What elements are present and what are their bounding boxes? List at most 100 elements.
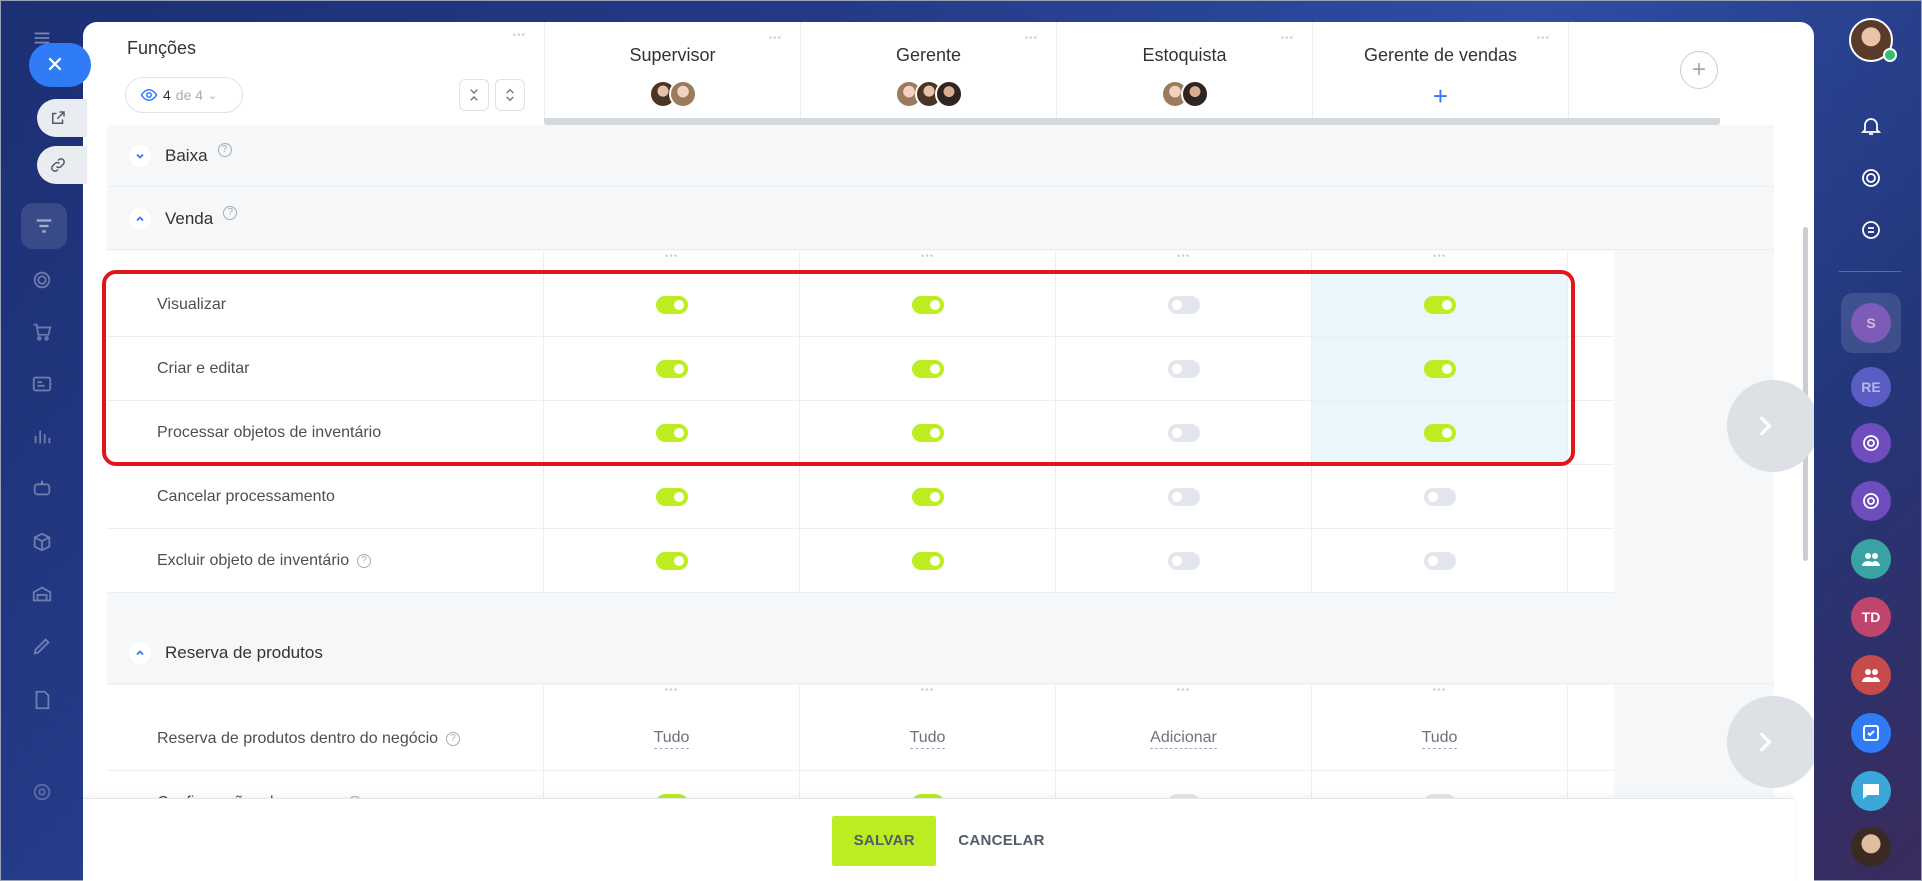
column-menu-icon[interactable]: ••• [1313, 33, 1568, 44]
chat-sync-button[interactable] [1851, 210, 1891, 250]
robot-icon [33, 480, 51, 496]
column-menu-row: ••• ••• ••• ••• [107, 685, 1614, 707]
permission-toggle[interactable] [1423, 551, 1456, 570]
access-level-dropdown[interactable]: Tudo [653, 729, 690, 749]
permission-toggle[interactable] [1167, 551, 1200, 570]
scroll-right-button[interactable] [1727, 380, 1814, 472]
column-menu-icon[interactable]: ••• [801, 33, 1056, 44]
goals-button[interactable] [1851, 158, 1891, 198]
permission-toggle[interactable] [1167, 295, 1200, 314]
help-icon[interactable]: ? [446, 731, 461, 746]
access-level-dropdown[interactable]: Tudo [1421, 729, 1458, 749]
column-menu-icon[interactable]: ••• [1057, 33, 1312, 44]
access-level-dropdown[interactable]: Adicionar [1150, 729, 1217, 749]
permission-toggle[interactable] [1167, 359, 1200, 378]
right-sidebar: S RE TD [1817, 1, 1921, 881]
section-title: Venda [165, 208, 214, 228]
permission-toggle[interactable] [911, 359, 944, 378]
column-menu-icon[interactable]: ••• [545, 33, 800, 44]
section-venda[interactable]: Venda ? [107, 188, 1774, 250]
sidebar-item-warehouse[interactable] [27, 579, 57, 609]
cancel-button[interactable]: CANCELAR [958, 832, 1045, 849]
chevron-down-icon [136, 153, 144, 159]
target-icon [1862, 169, 1880, 187]
permission-toggle[interactable] [911, 295, 944, 314]
column-menu-icon[interactable]: ••• [1056, 251, 1312, 273]
column-menu-icon[interactable]: ••• [1056, 685, 1312, 707]
permission-toggle[interactable] [655, 359, 688, 378]
id-card-icon [32, 376, 52, 392]
notifications-button[interactable] [1851, 106, 1891, 146]
section-title: Baixa [165, 145, 208, 165]
column-menu-icon[interactable]: ••• [544, 685, 800, 707]
role-members[interactable] [1057, 80, 1312, 108]
sidebar-item-automation[interactable] [27, 473, 57, 503]
open-in-new-window-button[interactable] [37, 99, 87, 137]
column-menu-icon[interactable]: ••• [800, 685, 1056, 707]
column-menu-icon[interactable]: ••• [800, 251, 1056, 273]
add-role-button[interactable]: + [1680, 51, 1718, 89]
sidebar-item-products[interactable] [27, 527, 57, 557]
permission-toggle[interactable] [911, 423, 944, 442]
permission-toggle[interactable] [655, 423, 688, 442]
horizontal-scrollbar[interactable] [544, 118, 1720, 125]
permission-toggle[interactable] [1167, 423, 1200, 442]
section-reserva-de-produtos[interactable]: Reserva de produtos [107, 622, 1774, 684]
contact-avatar[interactable] [1851, 827, 1891, 867]
permission-toggle[interactable] [1167, 487, 1200, 506]
role-members[interactable] [545, 80, 800, 108]
chat-item-s[interactable]: S [1851, 303, 1891, 343]
column-title: Gerente de vendas [1363, 45, 1518, 65]
sidebar-item-contacts[interactable] [27, 369, 57, 399]
expand-section-button[interactable] [129, 144, 151, 167]
column-menu-icon[interactable]: ••• [1312, 685, 1568, 707]
column-menu-icon[interactable]: ••• [544, 251, 800, 273]
chat-item-td[interactable]: TD [1851, 597, 1891, 637]
chat-item-group-1[interactable] [1851, 423, 1891, 463]
permission-toggle[interactable] [911, 551, 944, 570]
chat-item-people-2[interactable] [1851, 655, 1891, 695]
collapse-section-button[interactable] [129, 641, 151, 664]
permission-toggle[interactable] [1423, 295, 1456, 314]
column-menu-icon[interactable]: ••• [107, 30, 544, 41]
tasks-button[interactable] [1851, 713, 1891, 753]
help-icon[interactable]: ? [223, 205, 238, 220]
permission-toggle[interactable] [655, 487, 688, 506]
pen-icon [33, 638, 50, 655]
help-icon[interactable]: ? [357, 553, 372, 568]
column-menu-icon[interactable]: ••• [1312, 251, 1568, 273]
role-members[interactable] [801, 80, 1056, 108]
permission-toggle[interactable] [655, 295, 688, 314]
expand-all-button[interactable] [495, 79, 525, 111]
sidebar-item-reports[interactable] [27, 421, 57, 451]
sidebar-item-funnel[interactable] [21, 203, 67, 249]
section-baixa[interactable]: Baixa ? [107, 125, 1774, 187]
permission-toggle[interactable] [655, 551, 688, 570]
messages-button[interactable] [1851, 771, 1891, 811]
chat-item-people-1[interactable] [1851, 539, 1891, 579]
permission-toggle[interactable] [1423, 423, 1456, 442]
access-level-dropdown[interactable]: Tudo [909, 729, 946, 749]
collapse-section-button[interactable] [129, 207, 151, 230]
chat-item-re[interactable]: RE [1851, 367, 1891, 407]
help-icon[interactable]: ? [217, 142, 232, 157]
sidebar-item-documents[interactable] [27, 685, 57, 715]
permission-toggle[interactable] [911, 487, 944, 506]
sidebar-item-sign[interactable] [27, 631, 57, 661]
permission-toggle[interactable] [1423, 359, 1456, 378]
box-icon [33, 532, 51, 552]
sidebar-item-cart[interactable] [27, 317, 57, 347]
add-member-button[interactable]: + [1427, 81, 1455, 111]
chat-item-group-2[interactable] [1851, 481, 1891, 521]
sidebar-item-settings[interactable] [27, 777, 57, 807]
sidebar-item-target[interactable] [27, 265, 57, 295]
save-button[interactable]: SALVAR [832, 815, 937, 866]
close-button[interactable]: ✕ [29, 43, 91, 87]
copy-link-button[interactable] [37, 146, 87, 184]
permission-label: Excluir objeto de inventário [157, 551, 350, 569]
collapse-all-button[interactable] [459, 79, 489, 111]
toggle-cell [544, 529, 800, 592]
visible-roles-selector[interactable]: 4 de 4 ⌄ [125, 77, 243, 113]
permission-toggle[interactable] [1423, 487, 1456, 506]
scroll-right-button[interactable] [1727, 696, 1814, 788]
